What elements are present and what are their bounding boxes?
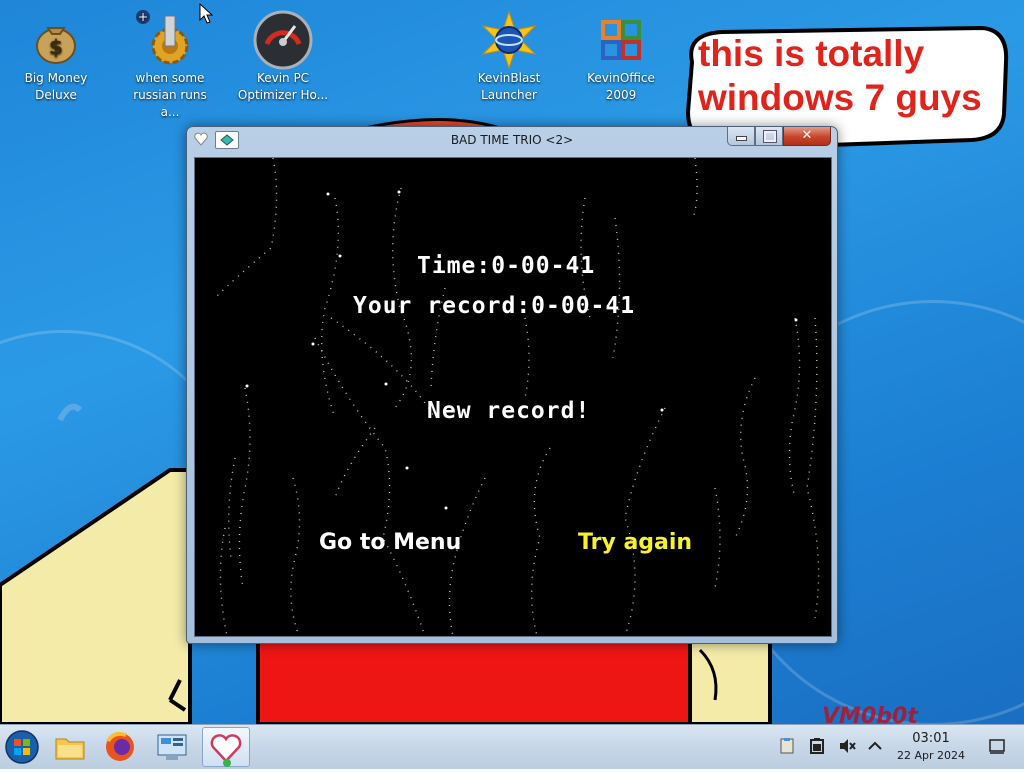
- desktop-icon-label: KevinOffice 2009: [587, 71, 655, 102]
- desktop-icon-russian-runs[interactable]: + when some russian runs a...: [120, 10, 220, 121]
- game-window: BAD TIME TRIO <2> ✕ Time:0-00-41 Your re…: [186, 126, 838, 644]
- desktop-icon-kevinblast-launcher[interactable]: KevinBlast Launcher: [459, 10, 559, 104]
- file-explorer-button[interactable]: [48, 727, 92, 767]
- maximize-button[interactable]: [755, 127, 783, 146]
- control-panel-button[interactable]: [150, 727, 194, 767]
- minimize-button[interactable]: [727, 127, 755, 146]
- desktop-icon-label: Big Money Deluxe: [24, 71, 88, 102]
- clock-date[interactable]: 22 Apr 2024: [880, 749, 982, 762]
- volume-muted-icon[interactable]: [838, 737, 856, 755]
- speech-bubble-text: this is totally windows 7 guys: [698, 33, 982, 118]
- desktop-icon-label: when some russian runs a...: [133, 71, 207, 119]
- battery-tray-icon[interactable]: [808, 737, 826, 755]
- blast-launcher-icon: [481, 10, 537, 70]
- mouse-cursor-icon: [199, 3, 213, 24]
- speedometer-icon: [253, 10, 313, 70]
- control-panel-icon: [157, 734, 187, 760]
- heart-icon: [210, 734, 242, 767]
- new-record-text: New record!: [427, 398, 591, 424]
- show-desktop-icon[interactable]: [988, 737, 1006, 755]
- close-icon: ✕: [801, 128, 813, 143]
- window-titlebar[interactable]: BAD TIME TRIO <2> ✕: [187, 127, 837, 155]
- bad-time-trio-button[interactable]: [202, 727, 250, 767]
- maximize-icon: [763, 130, 777, 143]
- plus-badge-icon: +: [136, 10, 150, 24]
- gear-icon: +: [136, 10, 196, 66]
- bone-trails: [214, 158, 820, 636]
- close-button[interactable]: ✕: [783, 127, 831, 146]
- taskbar: 03:01 22 Apr 2024: [0, 724, 1024, 769]
- record-readout: Your record:0-00-41: [353, 293, 636, 319]
- desktop-icon-kevinoffice-2009[interactable]: KevinOffice 2009: [571, 10, 671, 104]
- windows-orb-icon: [5, 730, 39, 764]
- firefox-button[interactable]: [98, 727, 142, 767]
- folder-icon: [55, 738, 85, 760]
- clock-time[interactable]: 03:01: [895, 731, 967, 746]
- money-bag-icon: $: [30, 14, 82, 66]
- svg-text:$: $: [49, 35, 63, 59]
- try-again-option[interactable]: Try again: [578, 530, 692, 555]
- window-controls: ✕: [727, 127, 831, 146]
- desktop-icon-kevin-pc-optimizer[interactable]: Kevin PC Optimizer Ho...: [233, 10, 333, 104]
- desktop-icon-big-money-deluxe[interactable]: $ Big Money Deluxe: [6, 10, 106, 104]
- game-viewport: Time:0-00-41 Your record:0-00-41 New rec…: [194, 157, 832, 637]
- time-readout: Time:0-00-41: [417, 253, 596, 279]
- firefox-icon: [106, 731, 134, 761]
- start-button[interactable]: [0, 727, 44, 767]
- minimize-icon: [736, 136, 747, 141]
- clipboard-tray-icon[interactable]: [778, 737, 796, 755]
- desktop-icon-label: Kevin PC Optimizer Ho...: [237, 71, 329, 102]
- office-icon: [595, 14, 647, 66]
- go-to-menu-option[interactable]: Go to Menu: [319, 530, 461, 555]
- desktop-icon-label: KevinBlast Launcher: [477, 71, 541, 102]
